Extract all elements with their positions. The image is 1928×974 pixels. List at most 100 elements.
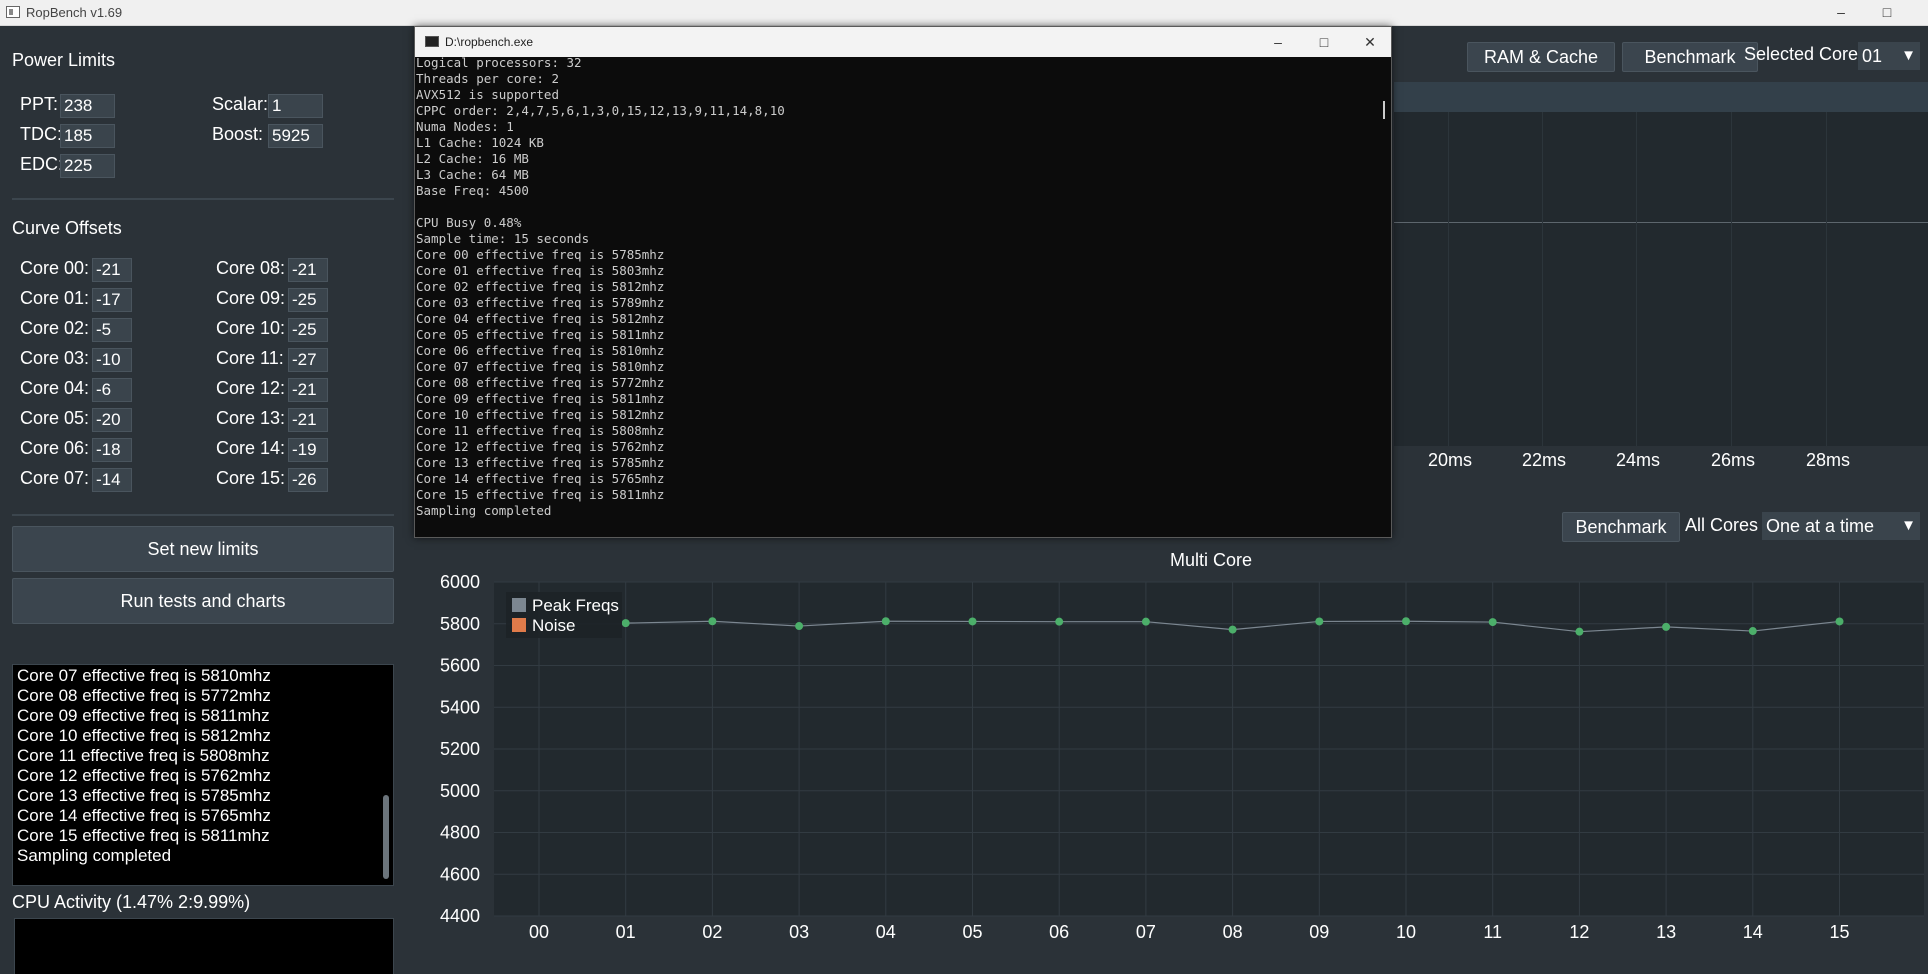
core-offset-field[interactable]: -10	[92, 348, 132, 372]
title-bar: RopBench v1.69 – □	[0, 0, 1928, 26]
x-tick-label: 12	[1569, 922, 1589, 942]
data-point	[795, 622, 804, 631]
x-tick-label: 04	[876, 922, 896, 942]
cpu-activity-trace	[15, 919, 393, 974]
console-line: Logical processors: 32	[416, 55, 582, 70]
core-offset-label: Core 05:	[20, 408, 90, 428]
core-offset-label: Core 12:	[216, 378, 286, 398]
ppt-label: PPT:	[20, 94, 59, 114]
core-offset-field[interactable]: -21	[288, 378, 328, 402]
x-tick-label: 03	[789, 922, 809, 942]
log-line: Core 12 effective freq is 5762mhz	[17, 766, 271, 785]
console-line: Core 03 effective freq is 5789mhz	[416, 295, 665, 310]
console-line: Core 12 effective freq is 5762mhz	[416, 439, 665, 454]
core-offset-field[interactable]: -21	[92, 258, 132, 282]
core-offset-label: Core 11:	[216, 348, 284, 368]
log-output: Core 07 effective freq is 5810mhz Core 08…	[12, 664, 394, 886]
log-line: Core 11 effective freq is 5808mhz	[17, 746, 270, 765]
chevron-down-icon: ▼	[1901, 517, 1916, 534]
core-offset-field[interactable]: -17	[92, 288, 132, 312]
console-line: Core 10 effective freq is 5812mhz	[416, 407, 665, 422]
core-offset-field[interactable]: -6	[92, 378, 132, 402]
data-point	[1228, 625, 1237, 634]
divider	[12, 198, 394, 200]
x-tick-label: 15	[1829, 922, 1849, 942]
scalar-field[interactable]: 1	[268, 94, 323, 118]
benchmark-button-top[interactable]: Benchmark	[1622, 42, 1758, 72]
console-maximize-button[interactable]: □	[1301, 27, 1347, 57]
edc-field[interactable]: 225	[60, 154, 115, 178]
x-tick-label: 24ms	[1616, 450, 1661, 470]
legend-swatch	[512, 618, 526, 632]
core-offset-label: Core 09:	[216, 288, 286, 308]
benchmark-button-bottom[interactable]: Benchmark	[1562, 512, 1680, 542]
core-mode-value: One at a time	[1766, 516, 1875, 536]
ppt-field[interactable]: 238	[60, 94, 115, 118]
y-tick-label: 5800	[440, 614, 480, 634]
chart-header	[1394, 82, 1928, 112]
core-offset-field[interactable]: -20	[92, 408, 132, 432]
console-line: L1 Cache: 1024 KB	[416, 135, 544, 150]
console-line: Threads per core: 2	[416, 71, 559, 86]
tdc-field[interactable]: 185	[60, 124, 115, 148]
boost-field[interactable]: 5925	[268, 124, 323, 148]
legend-label: Peak Freqs	[532, 596, 619, 615]
core-offset-label: Core 03:	[20, 348, 90, 368]
data-point	[1748, 627, 1757, 636]
core-offset-label: Core 10:	[216, 318, 286, 338]
single-core-chart: 20ms 22ms 24ms 26ms 28ms	[1394, 82, 1928, 490]
ram-cache-button[interactable]: RAM & Cache	[1467, 42, 1615, 72]
log-scrollbar[interactable]	[383, 795, 389, 879]
core-offset-field[interactable]: -14	[92, 468, 132, 492]
chart-gridline	[1636, 112, 1637, 446]
chart-gridline	[1826, 112, 1827, 446]
x-tick-label: 26ms	[1711, 450, 1756, 470]
y-tick-label: 5000	[440, 781, 480, 801]
console-line: Core 06 effective freq is 5810mhz	[416, 343, 665, 358]
run-tests-button[interactable]: Run tests and charts	[12, 578, 394, 624]
console-line: Numa Nodes: 1	[416, 119, 514, 134]
core-offset-field[interactable]: -5	[92, 318, 132, 342]
console-close-button[interactable]: ✕	[1347, 27, 1393, 57]
console-line: Core 02 effective freq is 5812mhz	[416, 279, 665, 294]
data-point	[621, 619, 630, 628]
core-offset-field[interactable]: -18	[92, 438, 132, 462]
log-line: Core 10 effective freq is 5812mhz	[17, 726, 271, 745]
curve-offsets-title: Curve Offsets	[12, 218, 122, 238]
divider	[12, 514, 394, 516]
console-line: Core 01 effective freq is 5803mhz	[416, 263, 665, 278]
maximize-button[interactable]: □	[1864, 0, 1910, 26]
selected-core-select[interactable]: 01 ▼	[1858, 42, 1920, 70]
ropbench-window: RopBench v1.69 – □ Power Limits PPT: 238…	[0, 0, 1928, 974]
core-offset-label: Core 01:	[20, 288, 90, 308]
core-offset-field[interactable]: -19	[288, 438, 328, 462]
minimize-button[interactable]: –	[1818, 0, 1864, 26]
legend-label: Noise	[532, 616, 575, 635]
x-tick-label: 20ms	[1428, 450, 1473, 470]
core-offset-field[interactable]: -27	[288, 348, 328, 372]
console-title-bar: D:\ropbench.exe – □ ✕	[415, 27, 1391, 57]
data-point	[1575, 627, 1584, 636]
scalar-label: Scalar:	[212, 94, 269, 114]
data-point	[1055, 617, 1064, 626]
x-tick-label: 11	[1483, 922, 1502, 942]
core-offset-field[interactable]: -26	[288, 468, 328, 492]
data-point	[1141, 617, 1150, 626]
core-offset-label: Core 14:	[216, 438, 286, 458]
x-tick-label: 28ms	[1806, 450, 1851, 470]
set-new-limits-button[interactable]: Set new limits	[12, 526, 394, 572]
core-offset-field[interactable]: -21	[288, 258, 328, 282]
core-offset-field[interactable]: -21	[288, 408, 328, 432]
core-mode-select[interactable]: One at a time ▼	[1762, 512, 1920, 540]
console-line: Sample time: 15 seconds	[416, 231, 590, 246]
chart-line	[1394, 222, 1928, 223]
core-offset-field[interactable]: -25	[288, 288, 328, 312]
console-line: Base Freq: 4500	[416, 183, 529, 198]
console-minimize-button[interactable]: –	[1255, 27, 1301, 57]
core-offset-field[interactable]: -25	[288, 318, 328, 342]
console-icon	[425, 36, 439, 47]
log-line: Core 07 effective freq is 5810mhz	[17, 666, 271, 685]
core-offset-label: Core 04:	[20, 378, 90, 398]
core-offset-label: Core 08:	[216, 258, 286, 278]
console-line: Core 04 effective freq is 5812mhz	[416, 311, 665, 326]
